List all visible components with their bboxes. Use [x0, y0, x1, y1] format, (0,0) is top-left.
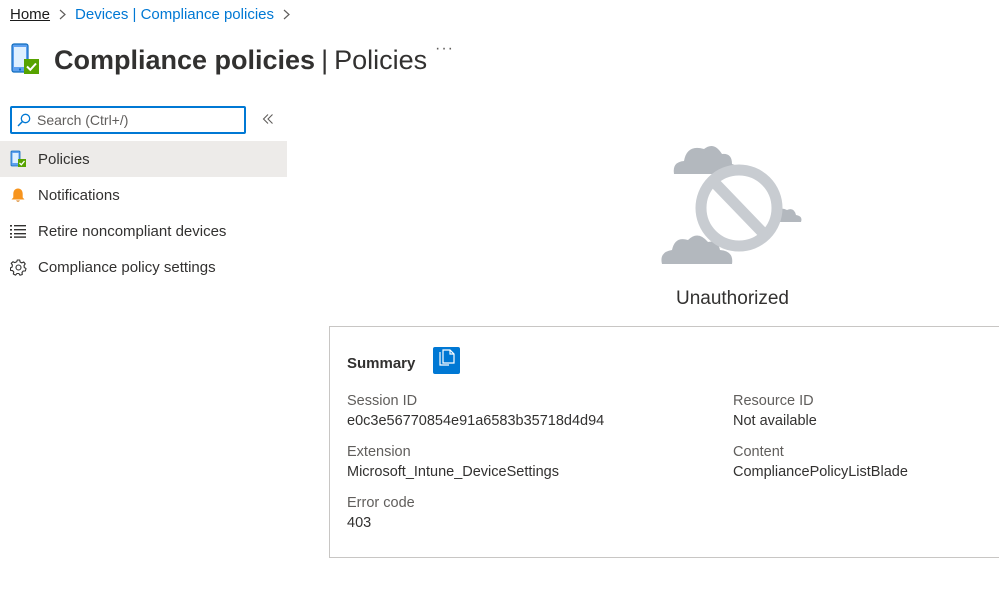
device-compliance-icon	[9, 150, 27, 168]
summary-header: Summary	[347, 347, 461, 374]
page-title-main: Compliance policies	[54, 44, 316, 75]
session-id-field: Session ID e0c3e56770854e91a6583b35718d4…	[347, 391, 604, 431]
error-code-field: Error code 403	[347, 493, 415, 533]
sidebar-item-retire-noncompliant-devices[interactable]: Retire noncompliant devices	[0, 213, 287, 249]
resource-id-label: Resource ID	[733, 393, 814, 409]
content-value: CompliancePolicyListBlade	[733, 464, 908, 480]
extension-value: Microsoft_Intune_DeviceSettings	[347, 464, 559, 480]
page-title: Compliance policies | Policies	[54, 45, 427, 75]
double-chevron-left-icon	[262, 112, 274, 130]
error-code-value: 403	[347, 515, 372, 531]
breadcrumb-home-link[interactable]: Home	[10, 6, 50, 23]
collapse-sidebar-button[interactable]	[262, 112, 274, 130]
chevron-right-icon	[59, 9, 66, 20]
blocked-cloud-icon	[660, 140, 805, 273]
sidebar-item-label: Retire noncompliant devices	[38, 222, 227, 240]
resource-id-value: Not available	[733, 413, 817, 429]
sidebar-item-label: Notifications	[38, 186, 120, 204]
chevron-right-icon	[283, 9, 290, 20]
content-label: Content	[733, 444, 784, 460]
search-box[interactable]	[10, 106, 246, 134]
sidebar-item-notifications[interactable]: Notifications	[0, 177, 287, 213]
breadcrumb: Home Devices | Compliance policies	[10, 6, 299, 23]
sidebar-item-label: Compliance policy settings	[38, 258, 216, 276]
page-header: Compliance policies | Policies	[10, 38, 427, 81]
sidebar-item-label: Policies	[38, 150, 90, 168]
copy-icon	[439, 348, 455, 373]
error-code-label: Error code	[347, 495, 415, 511]
gear-icon	[9, 258, 27, 276]
unauthorized-message: Unauthorized	[675, 288, 790, 309]
device-compliance-icon	[10, 38, 40, 81]
search-input[interactable]	[37, 112, 227, 128]
sidebar-item-compliance-policy-settings[interactable]: Compliance policy settings	[0, 249, 287, 285]
extension-field: Extension Microsoft_Intune_DeviceSetting…	[347, 442, 559, 482]
session-id-label: Session ID	[347, 393, 418, 409]
summary-title: Summary	[347, 355, 416, 372]
page-title-sub: Policies	[334, 44, 428, 75]
session-id-value: e0c3e56770854e91a6583b35718d4d94	[347, 413, 605, 429]
sidebar-item-policies[interactable]: Policies	[0, 141, 287, 177]
extension-label: Extension	[347, 444, 411, 460]
title-separator: |	[321, 44, 329, 75]
search-icon	[17, 113, 31, 127]
content-field: Content CompliancePolicyListBlade	[733, 442, 908, 482]
list-icon	[9, 222, 27, 240]
more-options-button[interactable]: ···	[435, 40, 454, 58]
copy-button[interactable]	[433, 347, 461, 374]
breadcrumb-devices-link[interactable]: Devices | Compliance policies	[75, 6, 274, 23]
bell-icon	[9, 186, 27, 204]
summary-panel: Summary Session ID e0c3e56770854e91a6583…	[329, 326, 999, 558]
sidebar-nav: Policies Notifications Retire noncomplia…	[0, 141, 287, 285]
resource-id-field: Resource ID Not available	[733, 391, 817, 431]
